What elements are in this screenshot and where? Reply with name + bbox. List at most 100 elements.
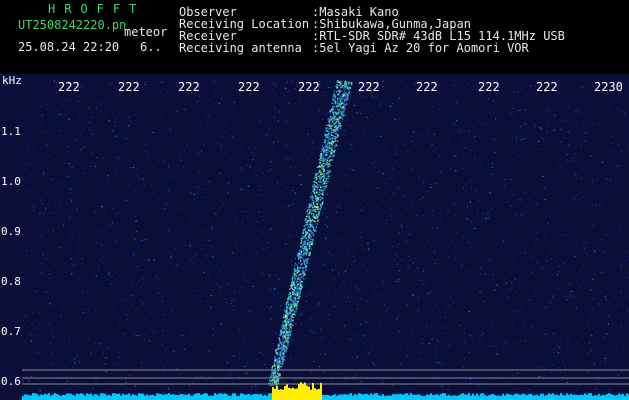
noise-speck <box>284 380 285 382</box>
noise-speck <box>332 242 334 244</box>
noise-speck <box>422 342 424 344</box>
baseline-bar <box>482 393 484 400</box>
trail-speck <box>323 177 325 179</box>
noise-speck <box>579 112 581 114</box>
baseline-bar <box>178 394 180 400</box>
noise-speck <box>564 137 566 139</box>
noise-speck <box>102 205 103 207</box>
noise-speck <box>471 333 473 335</box>
noise-speck <box>189 385 190 387</box>
noise-speck <box>265 104 267 106</box>
noise-speck <box>405 341 407 343</box>
noise-speck <box>271 144 273 146</box>
trail-speck <box>289 288 291 290</box>
noise-speck <box>602 251 604 253</box>
noise-speck <box>423 271 425 273</box>
noise-speck <box>87 107 89 109</box>
noise-speck <box>194 217 196 219</box>
baseline-bar <box>56 394 58 400</box>
noise-speck <box>455 154 457 156</box>
noise-speck <box>258 141 260 143</box>
noise-speck <box>355 333 357 335</box>
noise-speck <box>228 375 229 377</box>
trail-speck <box>292 319 294 322</box>
baseline-bar <box>440 393 442 400</box>
noise-speck <box>567 106 569 108</box>
trail-speck <box>323 142 326 144</box>
noise-speck <box>152 192 154 193</box>
trail-speck <box>316 211 318 214</box>
trail-speck <box>337 118 339 121</box>
noise-speck <box>190 331 191 333</box>
noise-speck <box>100 206 102 207</box>
noise-speck <box>159 91 161 93</box>
baseline-bar <box>152 395 154 400</box>
noise-speck <box>206 196 208 198</box>
noise-speck <box>353 105 355 106</box>
noise-speck <box>579 253 580 255</box>
noise-speck <box>323 300 325 301</box>
baseline-bar <box>114 393 116 400</box>
noise-speck <box>361 286 363 288</box>
noise-speck <box>292 82 294 84</box>
trail-speck <box>329 159 332 161</box>
noise-speck <box>25 210 27 212</box>
noise-speck <box>134 261 135 263</box>
trail-speck <box>273 380 276 382</box>
trail-speck <box>328 130 330 133</box>
noise-speck <box>285 273 287 275</box>
noise-speck <box>241 219 243 221</box>
noise-speck <box>606 380 608 382</box>
noise-speck <box>506 160 508 161</box>
trail-speck <box>304 227 307 229</box>
noise-speck <box>88 129 90 131</box>
trail-speck <box>294 299 296 301</box>
trail-speck <box>345 103 347 105</box>
noise-speck <box>374 288 376 290</box>
noise-speck <box>567 264 569 266</box>
baseline-bar <box>212 395 214 400</box>
noise-speck <box>255 175 257 177</box>
trail-speck <box>341 102 344 104</box>
noise-speck <box>100 343 102 345</box>
noise-speck <box>400 376 402 378</box>
trail-speck <box>315 196 317 198</box>
noise-speck <box>377 118 379 120</box>
noise-speck <box>434 263 436 264</box>
noise-speck <box>190 223 191 225</box>
noise-speck <box>135 190 137 191</box>
noise-speck <box>377 357 379 359</box>
trail-speck <box>298 250 301 252</box>
baseline-bar <box>622 393 624 400</box>
burst-bar <box>312 382 314 400</box>
noise-speck <box>453 303 455 304</box>
baseline-bar <box>66 393 68 400</box>
noise-speck <box>445 326 446 328</box>
baseline-bar <box>554 394 556 400</box>
noise-speck <box>114 207 116 209</box>
baseline-bar <box>550 394 552 400</box>
noise-speck <box>204 244 206 246</box>
noise-speck <box>98 270 100 272</box>
noise-speck <box>106 250 108 252</box>
noise-speck <box>435 375 437 376</box>
noise-speck <box>150 312 152 314</box>
burst-bar <box>308 386 310 400</box>
noise-speck <box>211 226 213 228</box>
noise-speck <box>474 136 476 137</box>
trail-speck <box>343 106 346 108</box>
trail-speck <box>284 340 286 342</box>
trail-speck <box>277 364 279 367</box>
trail-speck <box>324 138 326 140</box>
noise-speck <box>125 309 127 311</box>
noise-speck <box>81 262 83 264</box>
noise-speck <box>494 152 496 154</box>
noise-speck <box>494 345 496 347</box>
noise-speck <box>140 87 142 89</box>
noise-speck <box>78 187 80 188</box>
noise-speck <box>30 340 32 342</box>
noise-speck <box>307 133 309 135</box>
noise-speck <box>525 93 527 95</box>
noise-speck <box>559 165 561 167</box>
trail-speck <box>319 165 321 168</box>
